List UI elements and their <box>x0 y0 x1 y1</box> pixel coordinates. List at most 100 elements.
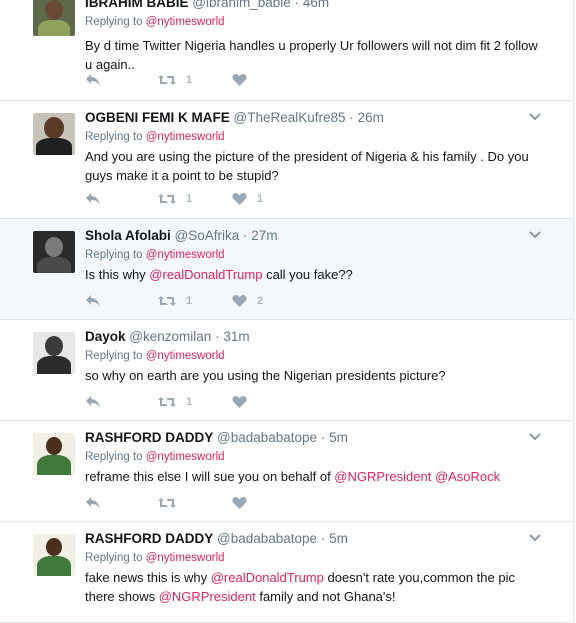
author-handle[interactable]: @kenzomilan <box>129 329 211 344</box>
reply-icon <box>85 192 101 206</box>
tweet-text: Is this why @realDonaldTrump call you fa… <box>85 265 543 284</box>
tweet-text-segment: reframe this else I will sue you on beha… <box>85 469 335 484</box>
like-button[interactable]: 2 <box>232 293 263 309</box>
chevron-down-icon[interactable] <box>529 433 541 441</box>
retweet-button[interactable] <box>158 495 186 511</box>
reply-context: Replying to @nytimesworld <box>85 14 543 30</box>
retweet-count: 1 <box>186 396 193 408</box>
timestamp[interactable]: 5m <box>329 430 348 445</box>
chevron-down-icon[interactable] <box>529 534 541 542</box>
tweet[interactable]: IBRAHIM BABIE @ibrahim_babie · 46m Reply… <box>0 0 573 101</box>
heart-icon <box>232 294 247 308</box>
reply-prefix: Replying to <box>85 16 143 28</box>
tweet[interactable]: Shola Afolabi @SoAfrika · 27m Replying t… <box>0 219 573 320</box>
tweet-header: IBRAHIM BABIE @ibrahim_babie · 46m <box>85 0 543 12</box>
separator-dot: · <box>349 110 354 125</box>
avatar[interactable] <box>33 534 75 576</box>
tweet[interactable]: RASHFORD DADDY @badababatope · 5m Replyi… <box>0 421 573 522</box>
avatar[interactable] <box>33 231 75 273</box>
reply-to-link[interactable]: @nytimesworld <box>146 350 225 362</box>
reply-icon <box>85 395 101 409</box>
retweet-button[interactable]: 1 <box>158 293 192 309</box>
separator-dot: · <box>243 228 248 243</box>
like-button[interactable]: 1 <box>232 191 263 207</box>
tweet[interactable]: Dayok @kenzomilan · 31m Replying to @nyt… <box>0 320 573 421</box>
retweet-icon <box>158 294 176 308</box>
reply-to-link[interactable]: @nytimesworld <box>146 249 225 261</box>
mention-link[interactable]: @realDonaldTrump <box>211 570 324 585</box>
reply-button[interactable] <box>85 293 101 309</box>
reply-button[interactable] <box>85 394 101 410</box>
author-handle[interactable]: @badababatope <box>217 430 317 445</box>
chevron-down-icon[interactable] <box>529 113 541 121</box>
timestamp[interactable]: 27m <box>251 228 277 243</box>
reply-prefix: Replying to <box>85 451 143 463</box>
reply-to-link[interactable]: @nytimesworld <box>146 552 225 564</box>
reply-to-link[interactable]: @nytimesworld <box>146 451 225 463</box>
reply-to-link[interactable]: @nytimesworld <box>146 131 225 143</box>
tweet-header: RASHFORD DADDY @badababatope · 5m <box>85 530 543 548</box>
mention-link[interactable]: @realDonaldTrump <box>149 267 262 282</box>
tweet-text: so why on earth are you using the Nigeri… <box>85 366 543 385</box>
timestamp[interactable]: 31m <box>223 329 249 344</box>
author-name[interactable]: OGBENI FEMI K MAFE <box>85 110 230 125</box>
tweet[interactable]: RASHFORD DADDY @badababatope · 5m Replyi… <box>0 522 573 623</box>
author-name[interactable]: IBRAHIM BABIE <box>85 0 189 10</box>
retweet-button[interactable]: 1 <box>158 72 192 88</box>
avatar[interactable] <box>33 332 75 374</box>
like-count: 2 <box>257 295 264 307</box>
reply-button[interactable] <box>85 495 101 511</box>
tweet-text-segment: family and not Ghana's! <box>255 589 396 604</box>
reply-to-link[interactable]: @nytimesworld <box>146 16 225 28</box>
avatar[interactable] <box>33 0 75 36</box>
author-handle[interactable]: @ibrahim_babie <box>192 0 291 10</box>
separator-dot: · <box>320 531 326 546</box>
mention-link[interactable]: @AsoRock <box>435 469 500 484</box>
mention-link[interactable]: @NGRPresident <box>334 469 431 484</box>
separator-dot: · <box>294 0 300 10</box>
reply-context: Replying to @nytimesworld <box>85 449 543 465</box>
heart-icon <box>232 395 247 409</box>
timestamp[interactable]: 5m <box>329 531 348 546</box>
author-name[interactable]: RASHFORD DADDY <box>85 430 213 445</box>
tweet-header: Shola Afolabi @SoAfrika · 27m <box>85 227 543 245</box>
tweet-text-segment: call you fake?? <box>262 267 353 282</box>
reply-button[interactable] <box>85 191 101 207</box>
retweet-count: 1 <box>186 193 193 205</box>
author-handle[interactable]: @SoAfrika <box>175 228 240 243</box>
avatar[interactable] <box>33 433 75 475</box>
retweet-icon <box>158 496 176 510</box>
like-count: 1 <box>257 193 264 205</box>
tweet-text-segment: By d time Twitter Nigeria handles u prop… <box>85 38 538 72</box>
retweet-count: 1 <box>186 295 193 307</box>
mention-link[interactable]: @NGRPresident <box>159 589 256 604</box>
tweet-text: fake news this is why @realDonaldTrump d… <box>85 568 543 606</box>
timestamp[interactable]: 46m <box>303 0 329 10</box>
reply-context: Replying to @nytimesworld <box>85 550 543 566</box>
reply-timeline: IBRAHIM BABIE @ibrahim_babie · 46m Reply… <box>0 0 574 623</box>
author-handle[interactable]: @badababatope <box>217 531 317 546</box>
reply-icon <box>85 496 101 510</box>
tweet-text: And you are using the picture of the pre… <box>85 147 543 185</box>
author-name[interactable]: RASHFORD DADDY <box>85 531 213 546</box>
author-handle[interactable]: @TheRealKufre85 <box>234 110 346 125</box>
reply-prefix: Replying to <box>85 350 143 362</box>
tweet-header: OGBENI FEMI K MAFE @TheRealKufre85 · 26m <box>85 109 543 127</box>
tweet[interactable]: OGBENI FEMI K MAFE @TheRealKufre85 · 26m… <box>0 101 573 219</box>
separator-dot: · <box>320 430 326 445</box>
like-button[interactable] <box>232 394 257 410</box>
avatar[interactable] <box>33 113 75 155</box>
retweet-button[interactable]: 1 <box>158 394 192 410</box>
tweet-text-segment: And you are using the picture of the pre… <box>85 149 529 183</box>
retweet-button[interactable]: 1 <box>158 191 192 207</box>
reply-context: Replying to @nytimesworld <box>85 247 543 263</box>
reply-button[interactable] <box>85 72 101 88</box>
author-name[interactable]: Dayok <box>85 329 126 344</box>
timestamp[interactable]: 26m <box>358 110 384 125</box>
like-button[interactable] <box>232 72 257 88</box>
chevron-down-icon[interactable] <box>529 231 541 239</box>
author-name[interactable]: Shola Afolabi <box>85 228 171 243</box>
retweet-icon <box>158 395 176 409</box>
like-button[interactable] <box>232 495 257 511</box>
tweet-text-segment: Is this why <box>85 267 150 282</box>
